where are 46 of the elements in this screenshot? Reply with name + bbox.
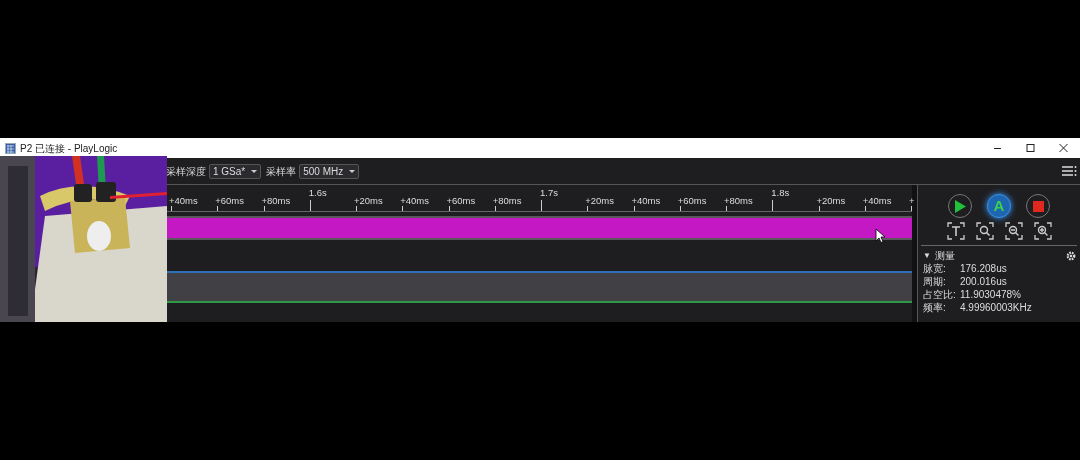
measure-value: 11.9030478% [960, 288, 1021, 301]
cursor-icon [875, 228, 886, 243]
section-title: 测量 [934, 249, 955, 263]
app-icon [5, 142, 16, 154]
maximize-icon [1025, 143, 1036, 153]
tick-label: +80ms [492, 196, 522, 206]
measure-value: 4.99960003KHz [960, 301, 1032, 314]
tick-label: +40ms [400, 196, 430, 206]
tick-label: +20ms [585, 196, 615, 206]
measure-label: 脉宽: [923, 262, 947, 275]
zoom-fit-icon[interactable] [975, 222, 994, 240]
dropdown[interactable]: 500 MHz [299, 163, 360, 179]
caret-icon [349, 169, 356, 173]
tick-label: 1.7s [540, 188, 558, 198]
tick-label: +80ms [724, 196, 753, 206]
measure-label: 占空比: [923, 288, 957, 301]
settings-icon[interactable] [1066, 250, 1076, 261]
tick-label: +40ms [862, 196, 892, 206]
tick-label: +20ms [816, 196, 846, 206]
close-icon [1058, 143, 1069, 153]
tick-label: +40ms [631, 196, 661, 206]
tick-label: +20ms [354, 196, 383, 206]
tick-label: +60ms [677, 196, 707, 206]
tick-label: + [909, 196, 915, 206]
measure-label: 周期: [923, 275, 947, 288]
dropdown[interactable]: 1 GSa* [209, 163, 262, 179]
stop-icon [1032, 200, 1044, 212]
caret-icon [251, 169, 258, 173]
field-label: 采样深度 [166, 164, 206, 179]
tick-label: +40ms [169, 196, 198, 206]
measure-label: 频率: [923, 301, 947, 314]
tick-label: 1.6s [308, 188, 327, 198]
tick-label: +60ms [215, 196, 245, 206]
play-icon [954, 199, 966, 213]
tick-label: 1.8s [771, 188, 790, 198]
collapse-toggle[interactable]: ▼ [923, 249, 931, 262]
text-tool-icon[interactable] [946, 222, 965, 240]
zoom-out-icon[interactable] [1004, 222, 1023, 240]
tick-label: +60ms [446, 196, 476, 206]
menu-icon[interactable] [1062, 166, 1077, 176]
measure-value: 176.208us [960, 262, 1007, 275]
field-label: 采样率 [266, 164, 297, 179]
tick-label: +80ms [261, 196, 291, 206]
zoom-in-icon[interactable] [1033, 222, 1052, 240]
measure-value: 200.016us [960, 275, 1007, 288]
window-title: P2 已连接 - PlayLogic [20, 141, 118, 156]
